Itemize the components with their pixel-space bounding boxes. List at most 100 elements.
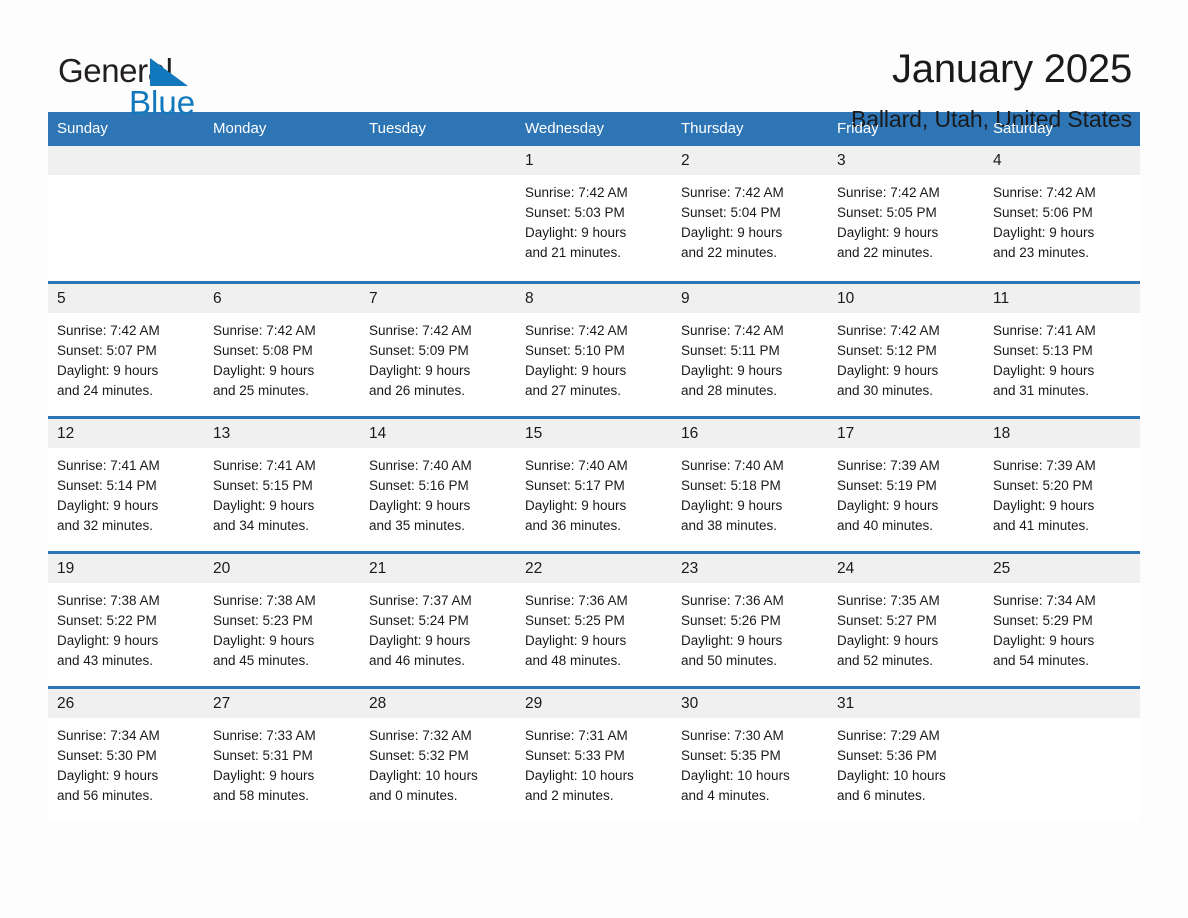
calendar-day-cell[interactable]: 30 Sunrise: 7:30 AM Sunset: 5:35 PM Dayligh… [672, 686, 828, 821]
sunset-text: Sunset: 5:03 PM [525, 205, 625, 220]
page-header: General Blue January 2025 Ballard, Utah,… [48, 0, 1140, 132]
day-details: Sunrise: 7:36 AM Sunset: 5:26 PM Daylight:… [672, 583, 828, 671]
calendar-day-cell[interactable]: 27 Sunrise: 7:33 AM Sunset: 5:31 PM Dayligh… [204, 686, 360, 821]
sunrise-sunset-calendar: Sunday Monday Tuesday Wednesday Thursday… [48, 112, 1140, 821]
sunrise-text: Sunrise: 7:42 AM [993, 185, 1096, 200]
daylight-text-line2: and 40 minutes. [837, 518, 934, 533]
daylight-text-line2: and 31 minutes. [993, 383, 1090, 398]
calendar-day-cell[interactable]: 31 Sunrise: 7:29 AM Sunset: 5:36 PM Dayligh… [828, 686, 984, 821]
daylight-text-line2: and 43 minutes. [57, 653, 154, 668]
daylight-text-line1: Daylight: 9 hours [993, 498, 1095, 513]
sunset-text: Sunset: 5:26 PM [681, 613, 781, 628]
day-details: Sunrise: 7:42 AM Sunset: 5:10 PM Daylight:… [516, 313, 672, 401]
daylight-text-line1: Daylight: 9 hours [681, 633, 783, 648]
calendar-day-cell-empty [204, 146, 360, 281]
calendar-day-cell[interactable]: 14 Sunrise: 7:40 AM Sunset: 5:16 PM Dayligh… [360, 416, 516, 551]
sunrise-text: Sunrise: 7:41 AM [213, 458, 316, 473]
day-details: Sunrise: 7:33 AM Sunset: 5:31 PM Daylight:… [204, 718, 360, 806]
daylight-text-line2: and 50 minutes. [681, 653, 778, 668]
calendar-day-cell[interactable]: 19 Sunrise: 7:38 AM Sunset: 5:22 PM Dayligh… [48, 551, 204, 686]
calendar-day-cell[interactable]: 6 Sunrise: 7:42 AM Sunset: 5:08 PM Daylight… [204, 281, 360, 416]
calendar-day-cell[interactable]: 11 Sunrise: 7:41 AM Sunset: 5:13 PM Dayligh… [984, 281, 1140, 416]
calendar-day-cell-empty [48, 146, 204, 281]
sunset-text: Sunset: 5:23 PM [213, 613, 313, 628]
sunset-text: Sunset: 5:06 PM [993, 205, 1093, 220]
day-number: 22 [516, 554, 672, 583]
calendar-day-cell[interactable]: 23 Sunrise: 7:36 AM Sunset: 5:26 PM Dayligh… [672, 551, 828, 686]
day-details: Sunrise: 7:35 AM Sunset: 5:27 PM Daylight:… [828, 583, 984, 671]
calendar-cell: 29 Sunrise: 7:31 AM Sunset: 5:33 PM Dayligh… [516, 686, 672, 821]
calendar-day-cell[interactable]: 7 Sunrise: 7:42 AM Sunset: 5:09 PM Daylight… [360, 281, 516, 416]
calendar-day-cell[interactable]: 22 Sunrise: 7:36 AM Sunset: 5:25 PM Dayligh… [516, 551, 672, 686]
calendar-day-cell[interactable]: 2 Sunrise: 7:42 AM Sunset: 5:04 PM Daylight… [672, 146, 828, 281]
daylight-text-line1: Daylight: 9 hours [57, 498, 159, 513]
day-number: 14 [360, 419, 516, 448]
daylight-text-line2: and 36 minutes. [525, 518, 622, 533]
daylight-text-line1: Daylight: 9 hours [525, 363, 627, 378]
day-number: 23 [672, 554, 828, 583]
calendar-day-cell[interactable]: 16 Sunrise: 7:40 AM Sunset: 5:18 PM Dayligh… [672, 416, 828, 551]
calendar-cell: 17 Sunrise: 7:39 AM Sunset: 5:19 PM Dayligh… [828, 416, 984, 551]
calendar-day-cell[interactable]: 1 Sunrise: 7:42 AM Sunset: 5:03 PM Daylight… [516, 146, 672, 281]
calendar-cell: 2 Sunrise: 7:42 AM Sunset: 5:04 PM Daylight… [672, 146, 828, 281]
calendar-cell [360, 146, 516, 281]
sunset-text: Sunset: 5:36 PM [837, 748, 937, 763]
day-details: Sunrise: 7:40 AM Sunset: 5:17 PM Daylight:… [516, 448, 672, 536]
day-number: 27 [204, 689, 360, 718]
sunset-text: Sunset: 5:18 PM [681, 478, 781, 493]
calendar-cell: 7 Sunrise: 7:42 AM Sunset: 5:09 PM Daylight… [360, 281, 516, 416]
sunset-text: Sunset: 5:24 PM [369, 613, 469, 628]
daylight-text-line1: Daylight: 9 hours [525, 633, 627, 648]
calendar-day-cell[interactable]: 3 Sunrise: 7:42 AM Sunset: 5:05 PM Daylight… [828, 146, 984, 281]
daylight-text-line2: and 30 minutes. [837, 383, 934, 398]
calendar-day-cell[interactable]: 10 Sunrise: 7:42 AM Sunset: 5:12 PM Dayligh… [828, 281, 984, 416]
calendar-day-cell[interactable]: 4 Sunrise: 7:42 AM Sunset: 5:06 PM Daylight… [984, 146, 1140, 281]
day-details: Sunrise: 7:42 AM Sunset: 5:11 PM Daylight:… [672, 313, 828, 401]
day-number [984, 689, 1140, 718]
sunset-text: Sunset: 5:14 PM [57, 478, 157, 493]
calendar-day-cell[interactable]: 18 Sunrise: 7:39 AM Sunset: 5:20 PM Dayligh… [984, 416, 1140, 551]
calendar-day-cell[interactable]: 13 Sunrise: 7:41 AM Sunset: 5:15 PM Dayligh… [204, 416, 360, 551]
daylight-text-line2: and 41 minutes. [993, 518, 1090, 533]
calendar-cell: 15 Sunrise: 7:40 AM Sunset: 5:17 PM Dayligh… [516, 416, 672, 551]
daylight-text-line1: Daylight: 10 hours [525, 768, 634, 783]
day-details: Sunrise: 7:29 AM Sunset: 5:36 PM Daylight:… [828, 718, 984, 806]
calendar-day-cell[interactable]: 15 Sunrise: 7:40 AM Sunset: 5:17 PM Dayligh… [516, 416, 672, 551]
calendar-day-cell[interactable]: 12 Sunrise: 7:41 AM Sunset: 5:14 PM Dayligh… [48, 416, 204, 551]
daylight-text-line1: Daylight: 9 hours [993, 633, 1095, 648]
calendar-day-cell[interactable]: 26 Sunrise: 7:34 AM Sunset: 5:30 PM Dayligh… [48, 686, 204, 821]
calendar-cell: 31 Sunrise: 7:29 AM Sunset: 5:36 PM Dayligh… [828, 686, 984, 821]
calendar-day-cell[interactable]: 25 Sunrise: 7:34 AM Sunset: 5:29 PM Dayligh… [984, 551, 1140, 686]
calendar-day-cell[interactable]: 20 Sunrise: 7:38 AM Sunset: 5:23 PM Dayligh… [204, 551, 360, 686]
daylight-text-line2: and 21 minutes. [525, 245, 622, 260]
daylight-text-line1: Daylight: 9 hours [681, 498, 783, 513]
sunrise-text: Sunrise: 7:42 AM [57, 323, 160, 338]
calendar-day-cell-empty [984, 686, 1140, 821]
calendar-cell: 1 Sunrise: 7:42 AM Sunset: 5:03 PM Daylight… [516, 146, 672, 281]
daylight-text-line2: and 24 minutes. [57, 383, 154, 398]
calendar-day-cell[interactable]: 17 Sunrise: 7:39 AM Sunset: 5:19 PM Dayligh… [828, 416, 984, 551]
day-number: 20 [204, 554, 360, 583]
calendar-day-cell[interactable]: 21 Sunrise: 7:37 AM Sunset: 5:24 PM Dayligh… [360, 551, 516, 686]
calendar-day-cell[interactable]: 9 Sunrise: 7:42 AM Sunset: 5:11 PM Daylight… [672, 281, 828, 416]
daylight-text-line1: Daylight: 9 hours [837, 498, 939, 513]
general-blue-logo: General Blue [48, 46, 268, 124]
calendar-week-row: 5 Sunrise: 7:42 AM Sunset: 5:07 PM Daylight… [48, 281, 1140, 416]
sunrise-text: Sunrise: 7:42 AM [681, 185, 784, 200]
daylight-text-line1: Daylight: 9 hours [681, 225, 783, 240]
calendar-day-cell[interactable]: 24 Sunrise: 7:35 AM Sunset: 5:27 PM Dayligh… [828, 551, 984, 686]
sunrise-text: Sunrise: 7:29 AM [837, 728, 940, 743]
sunrise-text: Sunrise: 7:42 AM [213, 323, 316, 338]
sunrise-text: Sunrise: 7:32 AM [369, 728, 472, 743]
calendar-cell: 19 Sunrise: 7:38 AM Sunset: 5:22 PM Dayligh… [48, 551, 204, 686]
calendar-day-cell[interactable]: 28 Sunrise: 7:32 AM Sunset: 5:32 PM Dayligh… [360, 686, 516, 821]
calendar-week-row: 19 Sunrise: 7:38 AM Sunset: 5:22 PM Dayligh… [48, 551, 1140, 686]
daylight-text-line1: Daylight: 9 hours [837, 633, 939, 648]
calendar-day-cell[interactable]: 8 Sunrise: 7:42 AM Sunset: 5:10 PM Daylight… [516, 281, 672, 416]
daylight-text-line1: Daylight: 9 hours [993, 363, 1095, 378]
calendar-cell: 6 Sunrise: 7:42 AM Sunset: 5:08 PM Daylight… [204, 281, 360, 416]
calendar-day-cell[interactable]: 29 Sunrise: 7:31 AM Sunset: 5:33 PM Dayligh… [516, 686, 672, 821]
calendar-day-cell[interactable]: 5 Sunrise: 7:42 AM Sunset: 5:07 PM Daylight… [48, 281, 204, 416]
calendar-cell [48, 146, 204, 281]
calendar-week-row: 1 Sunrise: 7:42 AM Sunset: 5:03 PM Daylight… [48, 146, 1140, 281]
